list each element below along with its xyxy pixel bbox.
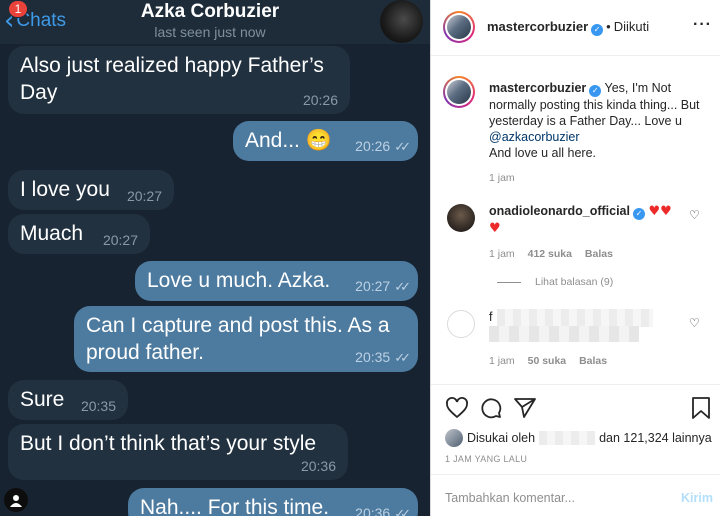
message-bubble[interactable]: Can I capture and post this. As a proud … xyxy=(74,306,418,372)
message-time: 20:36 xyxy=(355,505,391,516)
message-meta: 20:27 ✓✓ xyxy=(355,278,411,295)
comment-username[interactable]: onadioleonardo_official xyxy=(489,204,630,218)
header-username[interactable]: mastercorbuzier xyxy=(487,19,588,34)
caption-mention[interactable]: @azkacorbuzier xyxy=(489,130,580,144)
message-bubble[interactable]: But I don’t think that’s your style 20:3… xyxy=(8,424,348,480)
message-time: 20:26 xyxy=(302,92,338,108)
divider-line xyxy=(497,281,521,283)
liked-by-count[interactable]: dan 121,324 lainnya xyxy=(599,431,712,445)
message-bubble[interactable]: I love you 20:27 xyxy=(8,170,174,210)
liker-avatar[interactable] xyxy=(445,429,463,447)
contact-avatar[interactable] xyxy=(380,0,423,43)
comment-meta: 1 jam 50 suka Balas xyxy=(489,355,617,367)
message-time: 20:35 xyxy=(355,349,391,365)
blurred-comment-text xyxy=(489,326,639,342)
contact-status: last seen just now xyxy=(154,24,266,40)
liked-by-line: Disukai oleh dan 121,324 lainnya xyxy=(445,429,712,447)
user-circle-icon[interactable] xyxy=(4,488,28,512)
post-header: mastercorbuzier ✓ • Diikuti ··· xyxy=(431,0,720,56)
reply-button[interactable]: Balas xyxy=(579,355,607,367)
message-time: 20:36 xyxy=(300,458,336,474)
separator-dot: • xyxy=(606,19,611,34)
heart-emoji-icon: ♥ xyxy=(489,221,501,236)
comment-age: 1 jam xyxy=(489,355,515,367)
comment-like-icon[interactable]: ♡ xyxy=(689,316,700,330)
comment-input[interactable]: Tambahkan komentar... xyxy=(445,491,575,505)
read-check-icon: ✓✓ xyxy=(394,139,411,154)
message-meta: 20:36 ✓✓ xyxy=(355,505,411,516)
message-bubble[interactable]: Sure 20:35 xyxy=(8,380,128,420)
message-bubble[interactable]: Muach 20:27 xyxy=(8,214,150,254)
heart-icon[interactable] xyxy=(445,396,469,420)
comment-avatar[interactable] xyxy=(447,204,475,232)
caption-text-end: And love u all here. xyxy=(489,146,597,160)
read-check-icon: ✓✓ xyxy=(394,350,411,365)
comment-likes[interactable]: 412 suka xyxy=(528,248,572,260)
comment-avatar[interactable] xyxy=(447,310,475,338)
comment-meta: 1 jam 412 suka Balas xyxy=(489,248,623,260)
blurred-liker-name xyxy=(539,431,596,445)
caption-avatar[interactable] xyxy=(443,76,475,108)
follow-status[interactable]: Diikuti xyxy=(614,19,649,34)
comment-composer: Tambahkan komentar... Kirim xyxy=(431,474,720,516)
read-check-icon: ✓✓ xyxy=(394,506,411,516)
message-time: 20:35 xyxy=(80,398,116,414)
message-meta: 20:26 ✓✓ xyxy=(355,138,411,155)
read-check-icon: ✓✓ xyxy=(394,279,411,294)
share-icon[interactable] xyxy=(513,396,537,420)
message-time: 20:26 xyxy=(355,138,391,154)
comment-text: onadioleonardo_official ✓ ♥♥ ♥ xyxy=(489,203,689,237)
chat-header: ‹ Chats 1 Azka Corbuzier last seen just … xyxy=(0,0,430,44)
comment-like-icon[interactable]: ♡ xyxy=(689,208,700,222)
bookmark-icon[interactable] xyxy=(689,396,713,420)
message-time: 20:27 xyxy=(126,188,162,204)
telegram-chat-panel: ‹ Chats 1 Azka Corbuzier last seen just … xyxy=(0,0,430,516)
post-caption: mastercorbuzier ✓ Yes, I'm Not normally p… xyxy=(489,80,711,161)
profile-avatar[interactable] xyxy=(443,11,475,43)
reply-button[interactable]: Balas xyxy=(585,248,613,260)
verified-badge-icon: ✓ xyxy=(633,208,645,220)
comment-username-initial[interactable]: f xyxy=(489,309,492,326)
contact-name[interactable]: Azka Corbuzier xyxy=(0,1,420,23)
post-age: 1 JAM YANG LALU xyxy=(445,454,528,464)
message-bubble[interactable]: Nah.... For this time. 20:36 ✓✓ xyxy=(128,488,418,516)
liked-by-prefix: Disukai oleh xyxy=(467,431,536,445)
divider xyxy=(431,384,720,385)
comment-likes[interactable]: 50 suka xyxy=(528,355,567,367)
message-bubble[interactable]: Love u much. Azka. 20:27 ✓✓ xyxy=(135,261,418,301)
message-time: 20:27 xyxy=(355,278,391,294)
send-button[interactable]: Kirim xyxy=(681,491,713,505)
caption-username[interactable]: mastercorbuzier xyxy=(489,81,586,95)
message-meta: 20:35 ✓✓ xyxy=(355,349,411,366)
message-text: Also just realized happy Father’s Day xyxy=(20,54,324,104)
message-text: But I don’t think that’s your style xyxy=(20,432,317,455)
view-replies-label: Lihat balasan (9) xyxy=(535,276,614,288)
message-bubble[interactable]: Also just realized happy Father’s Day 20… xyxy=(8,46,350,114)
message-bubble[interactable]: And... 😁 20:26 ✓✓ xyxy=(233,121,418,161)
comment-icon[interactable] xyxy=(479,396,503,420)
comment-age: 1 jam xyxy=(489,248,515,260)
verified-badge-icon: ✓ xyxy=(591,24,604,36)
header-user-line: mastercorbuzier ✓ • Diikuti xyxy=(487,19,649,36)
heart-emoji-icon: ♥♥ xyxy=(648,204,672,219)
blurred-comment-text xyxy=(497,309,653,327)
verified-badge-icon: ✓ xyxy=(589,85,602,97)
more-horizontal-icon[interactable]: ··· xyxy=(693,16,712,34)
message-time: 20:27 xyxy=(102,232,138,248)
instagram-post-panel: mastercorbuzier ✓ • Diikuti ··· mastercorbu… xyxy=(430,0,720,516)
view-replies-button[interactable]: Lihat balasan (9) xyxy=(497,276,613,288)
caption-age: 1 jam xyxy=(489,172,515,184)
